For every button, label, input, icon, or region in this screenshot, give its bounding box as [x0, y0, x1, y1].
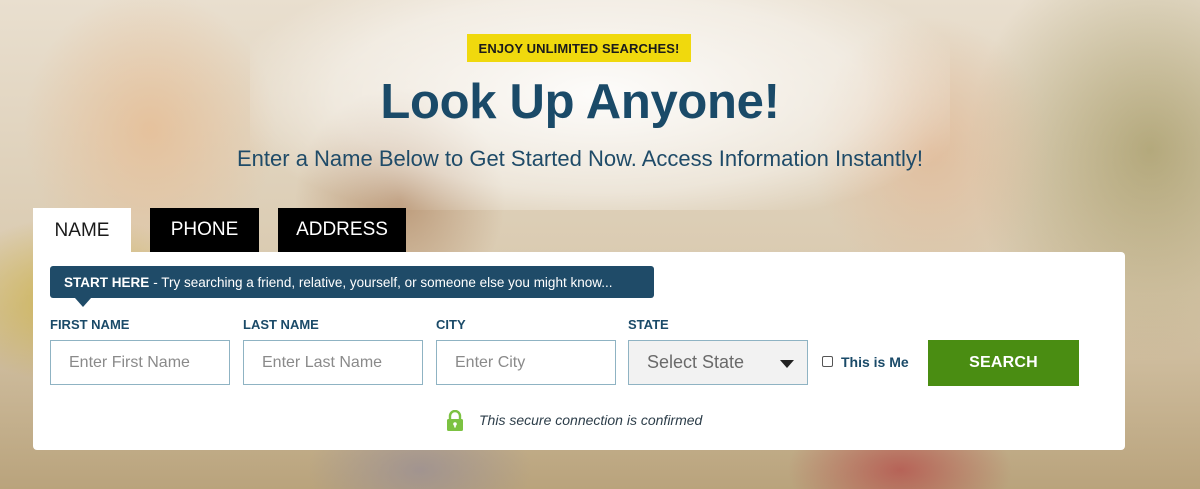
caret-down-icon [780, 360, 794, 368]
first-name-label: FIRST NAME [50, 317, 130, 332]
state-label: STATE [628, 317, 669, 332]
search-button[interactable]: SEARCH [928, 340, 1079, 386]
promo-badge: ENJOY UNLIMITED SEARCHES! [467, 34, 691, 62]
tooltip-text: - Try searching a friend, relative, your… [153, 274, 613, 290]
this-is-me-checkbox[interactable] [822, 356, 833, 367]
tooltip-arrow [75, 298, 91, 307]
lock-icon [447, 410, 463, 431]
this-is-me-label[interactable]: This is Me [841, 354, 909, 370]
tab-phone[interactable]: PHONE [150, 208, 259, 252]
tab-address[interactable]: ADDRESS [278, 208, 406, 252]
tooltip-strong: START HERE [64, 274, 150, 290]
secure-connection-text: This secure connection is confirmed [479, 412, 703, 428]
state-select[interactable]: Select State [628, 340, 808, 385]
first-name-input[interactable]: Enter First Name [50, 340, 230, 385]
last-name-input[interactable]: Enter Last Name [243, 340, 423, 385]
tab-name[interactable]: NAME [33, 208, 131, 254]
city-label: CITY [436, 317, 466, 332]
last-name-label: LAST NAME [243, 317, 319, 332]
page-subheadline: Enter a Name Below to Get Started Now. A… [237, 146, 923, 171]
start-here-tooltip: START HERE - Try searching a friend, rel… [50, 266, 654, 298]
city-input[interactable]: Enter City [436, 340, 616, 385]
state-select-value: Select State [647, 352, 745, 372]
page-headline: Look Up Anyone! [380, 75, 780, 129]
